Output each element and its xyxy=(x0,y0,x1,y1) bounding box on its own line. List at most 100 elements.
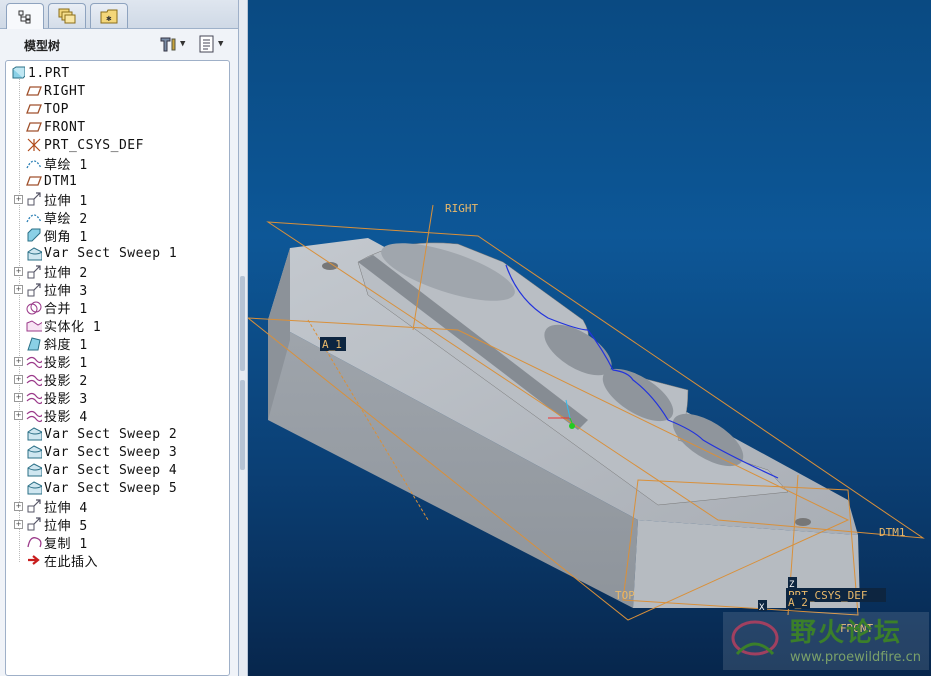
chevron-down-icon: ▼ xyxy=(180,39,186,49)
tree-item[interactable]: 草绘 2 xyxy=(26,208,88,227)
expand-toggle[interactable]: + xyxy=(14,285,23,295)
tree-item[interactable]: + 拉伸 5 xyxy=(14,515,88,534)
tree-item-label: DTM1 xyxy=(44,173,78,189)
tree-item-label: 草绘 1 xyxy=(44,157,88,173)
expand-toggle[interactable]: + xyxy=(14,375,23,385)
tree-item[interactable]: + 投影 4 xyxy=(14,407,88,426)
watermark-logo-icon xyxy=(731,620,779,656)
tree-item-label: 投影 3 xyxy=(44,392,88,408)
tree-item-label: 复制 1 xyxy=(44,536,88,552)
tab-layers[interactable] xyxy=(48,3,86,28)
chamfer-icon xyxy=(26,227,42,243)
watermark-url: www.proewildfire.cn xyxy=(790,650,921,665)
tree-item[interactable]: RIGHT xyxy=(26,82,86,100)
tree-item[interactable]: Var Sect Sweep 1 xyxy=(26,245,177,263)
tree-item[interactable]: 实体化 1 xyxy=(26,317,101,335)
show-button[interactable]: ▼ xyxy=(198,33,223,55)
folder-icon: ✱ xyxy=(100,9,118,24)
panel-tabs: ✱ xyxy=(0,0,238,29)
sketch-icon xyxy=(26,155,42,171)
projection-icon xyxy=(26,372,42,388)
csys-z-label: Z xyxy=(789,580,795,590)
layers-icon xyxy=(58,8,76,24)
tree-item[interactable]: Var Sect Sweep 4 xyxy=(26,461,177,479)
extrude-icon xyxy=(26,191,42,207)
datum-label-dtm1: DTM1 xyxy=(879,526,906,539)
show-icon xyxy=(199,35,214,53)
graphics-viewport[interactable]: RIGHT A_1 DTM1 TOP PRT_CSYS_DEF A_2 Z X … xyxy=(248,0,931,676)
tree-item[interactable]: + 拉伸 1 xyxy=(14,190,88,209)
tree-item-label: PRT_CSYS_DEF xyxy=(44,137,144,153)
tree-item[interactable]: 倒角 1 xyxy=(26,226,88,245)
tree-connector xyxy=(19,75,20,563)
extrude-icon xyxy=(26,498,42,514)
sweep-icon xyxy=(26,444,42,460)
tab-model-tree[interactable] xyxy=(6,3,44,29)
tree-item[interactable]: Var Sect Sweep 5 xyxy=(26,479,177,497)
tree-item[interactable]: 在此插入 xyxy=(26,551,98,570)
tree-item-label: 实体化 1 xyxy=(44,320,102,336)
expand-toggle[interactable]: + xyxy=(14,411,23,421)
tree-item[interactable]: PRT_CSYS_DEF xyxy=(26,136,144,154)
datum-label-right: RIGHT xyxy=(445,202,478,215)
extrude-icon xyxy=(26,264,42,280)
tab-favorites[interactable]: ✱ xyxy=(90,3,128,28)
expand-toggle[interactable]: + xyxy=(14,501,23,511)
csys-icon xyxy=(26,137,42,153)
tree-item-label: 拉伸 1 xyxy=(44,193,88,209)
sweep-icon xyxy=(26,480,42,496)
tree-item[interactable]: Var Sect Sweep 2 xyxy=(26,425,177,443)
tree-item-label: 拉伸 2 xyxy=(44,266,88,282)
tree-item[interactable]: + 投影 3 xyxy=(14,389,88,408)
tree-item[interactable]: TOP xyxy=(26,100,69,118)
splitter-grip[interactable] xyxy=(240,380,245,470)
tree-item[interactable]: + 投影 2 xyxy=(14,371,88,390)
tree-item[interactable]: 合并 1 xyxy=(26,299,88,317)
sketch-icon xyxy=(26,209,42,225)
settings-icon xyxy=(160,37,176,52)
tree-item[interactable]: DTM1 xyxy=(26,172,77,190)
hole-2 xyxy=(795,518,811,526)
tree-item[interactable]: + 拉伸 2 xyxy=(14,263,88,282)
tree-item-label: 拉伸 3 xyxy=(44,284,88,300)
copy-icon xyxy=(26,534,42,550)
tree-item[interactable]: 1.PRT xyxy=(10,64,70,82)
tree-item[interactable]: 斜度 1 xyxy=(26,335,88,353)
extrude-icon xyxy=(26,282,42,298)
settings-button[interactable]: ▼ xyxy=(158,33,185,55)
sweep-icon xyxy=(26,462,42,478)
tree-item[interactable]: + 拉伸 4 xyxy=(14,497,88,516)
tree-item[interactable]: 复制 1 xyxy=(26,533,88,552)
model-tree: 1.PRT RIGHT TOP FRONT PRT_CSYS_DEF 草绘 1 DTM1 + 拉… xyxy=(5,60,230,676)
datum-plane-icon xyxy=(26,173,42,189)
datum-plane-icon xyxy=(26,83,42,99)
tree-item[interactable]: FRONT xyxy=(26,118,86,136)
insert-here-icon xyxy=(26,552,42,568)
tree-item-label: 拉伸 4 xyxy=(44,500,88,516)
tree-item-label: 投影 4 xyxy=(44,410,88,426)
chevron-down-icon: ▼ xyxy=(218,39,224,49)
tree-item[interactable]: Var Sect Sweep 3 xyxy=(26,443,177,461)
expand-toggle[interactable]: + xyxy=(14,519,23,529)
tree-item-label: 合并 1 xyxy=(44,302,88,318)
tree-item-label: Var Sect Sweep 4 xyxy=(44,462,178,478)
tree-item[interactable]: 草绘 1 xyxy=(26,154,88,173)
expand-toggle[interactable]: + xyxy=(14,267,23,277)
model-tree-panel: ✱ 模型树 ▼ ▼ 1.PRT RIGHT TOP FRONT PRT_CSYS_DEF… xyxy=(0,0,239,676)
model-canvas[interactable]: RIGHT A_1 DTM1 TOP PRT_CSYS_DEF A_2 Z X … xyxy=(248,0,931,676)
part-icon xyxy=(10,65,26,81)
splitter-grip[interactable] xyxy=(240,276,245,371)
tree-item[interactable]: + 拉伸 3 xyxy=(14,281,88,300)
tree-item-label: Var Sect Sweep 5 xyxy=(44,480,178,496)
expand-toggle[interactable]: + xyxy=(14,393,23,403)
tree-item[interactable]: + 投影 1 xyxy=(14,353,88,371)
expand-toggle[interactable]: + xyxy=(14,357,23,367)
projection-icon xyxy=(26,408,42,424)
expand-toggle[interactable]: + xyxy=(14,194,23,204)
tree-item-label: 投影 2 xyxy=(44,374,88,390)
axis-label-a2: A_2 xyxy=(788,596,808,609)
projection-icon xyxy=(26,390,42,406)
triad-dot xyxy=(569,423,575,429)
model-tree-icon xyxy=(18,10,31,23)
panel-splitter[interactable] xyxy=(239,0,248,676)
